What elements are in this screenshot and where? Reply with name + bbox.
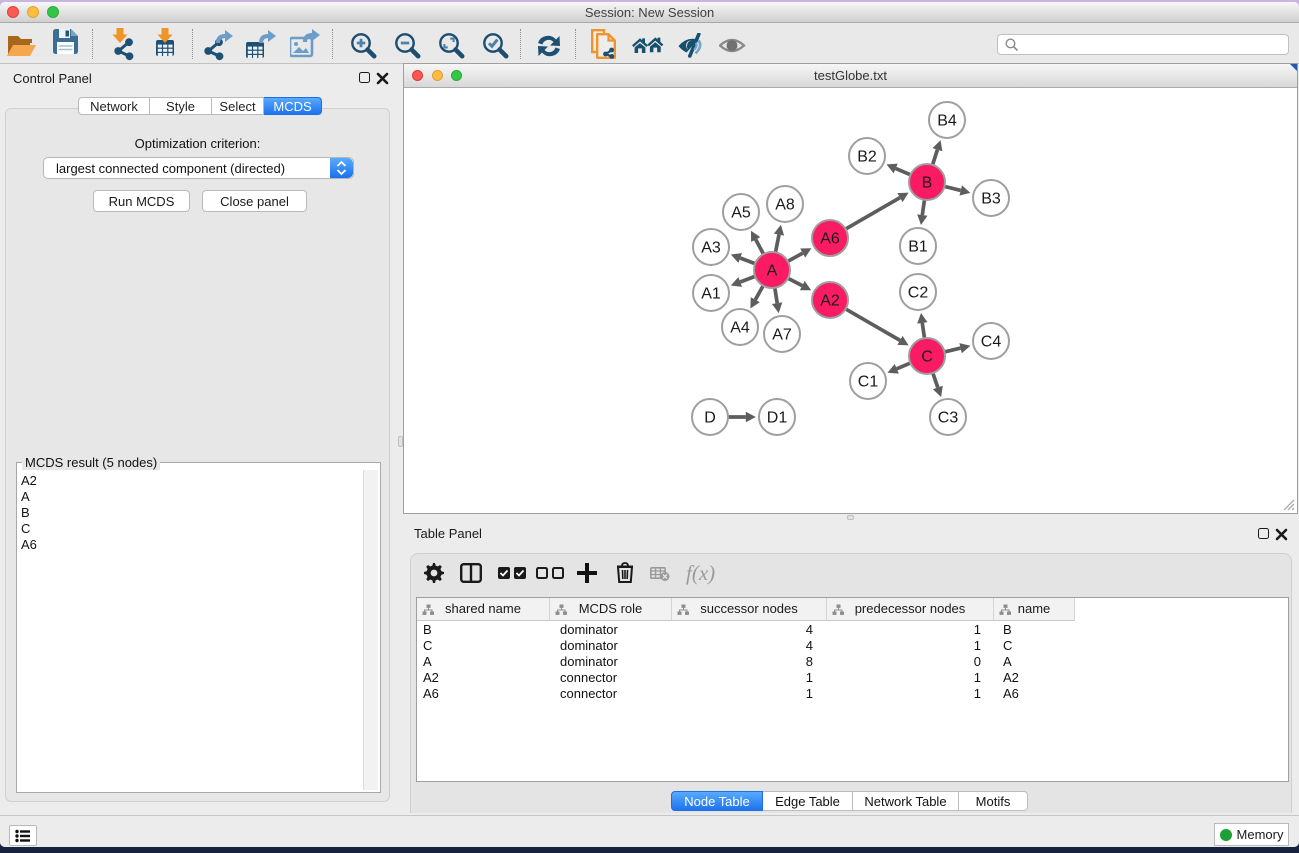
svg-text:B1: B1 (908, 239, 928, 256)
svg-text:A8: A8 (775, 197, 795, 214)
svg-text:C: C (921, 349, 933, 366)
svg-text:A7: A7 (772, 327, 792, 344)
svg-text:C3: C3 (938, 410, 959, 427)
svg-text:A4: A4 (730, 320, 750, 337)
svg-text:D: D (704, 410, 716, 427)
svg-text:B: B (922, 175, 933, 192)
svg-text:B3: B3 (981, 191, 1001, 208)
svg-text:A3: A3 (701, 240, 721, 257)
svg-text:A2: A2 (820, 293, 840, 310)
svg-text:B2: B2 (857, 149, 877, 166)
svg-text:A1: A1 (701, 286, 721, 303)
svg-text:A6: A6 (820, 231, 840, 248)
svg-text:A: A (767, 263, 778, 280)
svg-text:D1: D1 (767, 410, 788, 427)
svg-text:B4: B4 (937, 113, 957, 130)
svg-text:C4: C4 (981, 334, 1002, 351)
svg-text:C2: C2 (908, 285, 929, 302)
svg-text:C1: C1 (858, 374, 879, 391)
svg-text:A5: A5 (731, 205, 751, 222)
